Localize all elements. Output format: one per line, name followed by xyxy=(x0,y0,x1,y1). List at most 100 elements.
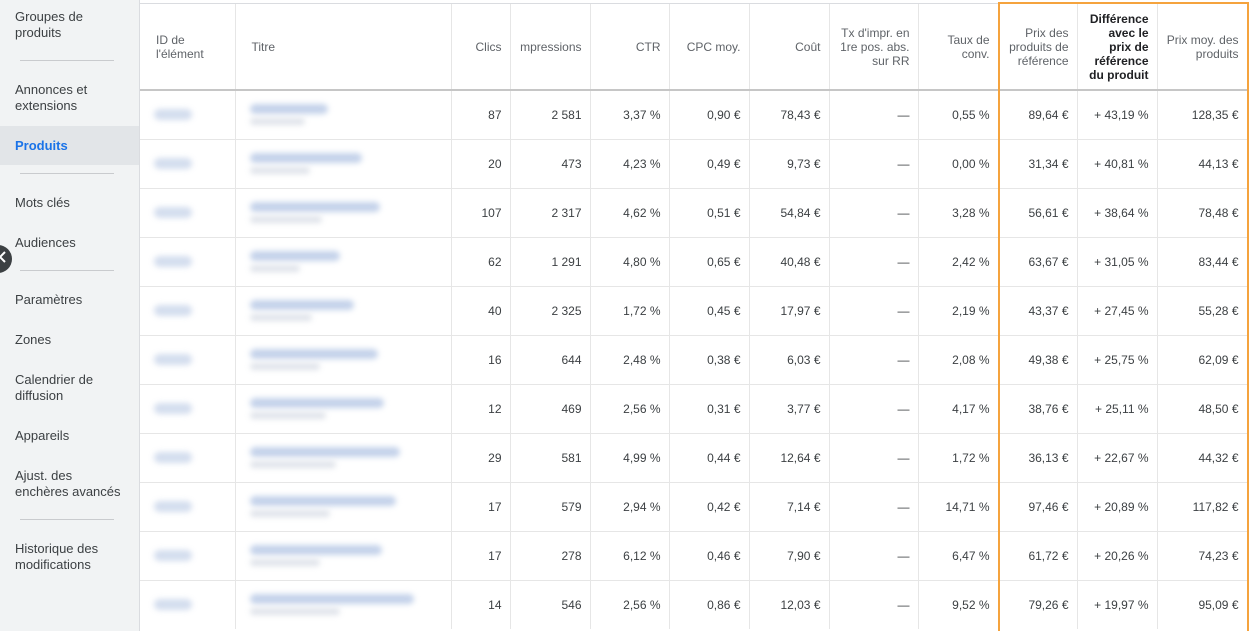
table-row[interactable]: 17 579 2,94 % 0,42 €7,14 € —14,71 % 97,46 € + … xyxy=(140,482,1248,532)
col-header-cost[interactable]: Coût xyxy=(749,4,830,91)
redacted-subtitle xyxy=(249,559,320,566)
sidebar-item-devices[interactable]: Appareils xyxy=(0,428,139,444)
col-header-clicks[interactable]: Clics xyxy=(451,4,511,91)
sidebar-item-advanced-bid-adj[interactable]: Ajust. des enchères avancés xyxy=(0,468,139,500)
col-header-avg-price[interactable]: Prix moy. des produits xyxy=(1157,4,1248,91)
table-row[interactable]: 107 2 317 4,62 % 0,51 €54,84 € —3,28 % 56,61 … xyxy=(140,188,1248,238)
cell-cost: 6,03 € xyxy=(749,335,830,385)
col-header-title[interactable]: Titre xyxy=(235,4,452,91)
cell-cost: 3,77 € xyxy=(749,384,830,434)
cell-impressions: 469 xyxy=(510,384,591,434)
sidebar-item-product-groups[interactable]: Groupes de produits xyxy=(0,9,139,41)
cell-avg-price: 83,44 € xyxy=(1157,237,1248,287)
cell-impressions: 2 581 xyxy=(510,90,591,140)
redacted-subtitle xyxy=(249,363,320,370)
redacted-subtitle xyxy=(249,461,336,468)
sidebar-item-ads-extensions[interactable]: Annonces et extensions xyxy=(0,82,139,114)
cell-ctr: 4,99 % xyxy=(590,433,670,483)
cell-item-id xyxy=(140,433,236,483)
cell-avg-price: 117,82 € xyxy=(1157,482,1248,532)
cell-item-id xyxy=(140,90,236,140)
cell-benchmark-price: 97,46 € xyxy=(998,482,1078,532)
cell-top-impr: — xyxy=(829,139,919,189)
cell-title xyxy=(235,286,452,336)
cell-cpc: 0,49 € xyxy=(669,139,750,189)
sidebar-item-keywords[interactable]: Mots clés xyxy=(0,195,139,211)
cell-cpc: 0,51 € xyxy=(669,188,750,238)
cell-ctr: 4,80 % xyxy=(590,237,670,287)
cell-avg-price: 74,23 € xyxy=(1157,531,1248,581)
sidebar-item-change-history[interactable]: Historique des modifications xyxy=(0,541,139,573)
cell-benchmark-diff: + 31,05 % xyxy=(1077,237,1158,287)
redacted-subtitle xyxy=(249,412,326,419)
cell-conv-rate: 0,00 % xyxy=(918,139,999,189)
col-header-impressions[interactable]: mpressions xyxy=(510,4,591,91)
cell-conv-rate: 2,42 % xyxy=(918,237,999,287)
cell-title xyxy=(235,531,452,581)
table-row[interactable]: 29 581 4,99 % 0,44 €12,64 € —1,72 % 36,13 € + … xyxy=(140,433,1248,483)
redacted-subtitle xyxy=(249,265,300,272)
sidebar-item-ad-schedule[interactable]: Calendrier de diffusion xyxy=(0,372,139,404)
cell-impressions: 644 xyxy=(510,335,591,385)
redacted-subtitle xyxy=(249,510,330,517)
cell-top-impr: — xyxy=(829,580,919,629)
cell-conv-rate: 14,71 % xyxy=(918,482,999,532)
redacted-title xyxy=(249,594,414,605)
sidebar-item-audiences[interactable]: Audiences xyxy=(0,235,139,251)
sidebar-item-products[interactable]: Produits xyxy=(0,126,139,165)
table-row[interactable]: 62 1 291 4,80 % 0,65 €40,48 € —2,42 % 63,67 €… xyxy=(140,237,1248,287)
cell-ctr: 3,37 % xyxy=(590,90,670,140)
cell-cost: 12,64 € xyxy=(749,433,830,483)
col-header-id[interactable]: ID de l'élément xyxy=(140,4,236,91)
cell-ctr: 2,56 % xyxy=(590,580,670,629)
cell-ctr: 4,23 % xyxy=(590,139,670,189)
redacted-item-id xyxy=(154,158,192,169)
cell-impressions: 2 325 xyxy=(510,286,591,336)
col-header-ctr[interactable]: CTR xyxy=(590,4,670,91)
sidebar-item-locations[interactable]: Zones xyxy=(0,332,139,348)
cell-item-id xyxy=(140,335,236,385)
sidebar-item-settings[interactable]: Paramètres xyxy=(0,292,139,308)
cell-benchmark-diff: + 20,89 % xyxy=(1077,482,1158,532)
col-header-top-impr[interactable]: Tx d'impr. en 1re pos. abs. sur RR xyxy=(829,4,919,91)
redacted-title xyxy=(249,104,328,115)
cell-item-id xyxy=(140,384,236,434)
cell-top-impr: — xyxy=(829,286,919,336)
cell-ctr: 2,94 % xyxy=(590,482,670,532)
table-row[interactable]: 20 473 4,23 % 0,49 €9,73 € —0,00 % 31,34 € + 4… xyxy=(140,139,1248,189)
redacted-title xyxy=(249,349,378,359)
table-row[interactable]: 17 278 6,12 % 0,46 €7,90 € —6,47 % 61,72 € + 2… xyxy=(140,531,1248,581)
cell-cost: 9,73 € xyxy=(749,139,830,189)
col-header-benchmark-price[interactable]: Prix des produits de référence xyxy=(998,4,1078,91)
cell-cpc: 0,65 € xyxy=(669,237,750,287)
table-row[interactable]: 40 2 325 1,72 % 0,45 €17,97 € —2,19 % 43,37 €… xyxy=(140,286,1248,336)
cell-cpc: 0,45 € xyxy=(669,286,750,336)
col-header-conv-rate[interactable]: Taux de conv. xyxy=(918,4,999,91)
cell-top-impr: — xyxy=(829,531,919,581)
cell-benchmark-price: 56,61 € xyxy=(998,188,1078,238)
table-row[interactable]: 87 2 581 3,37 % 0,90 €78,43 € —0,55 % 89,64 €… xyxy=(140,90,1248,140)
cell-clicks: 17 xyxy=(451,482,511,532)
redacted-title xyxy=(249,251,340,261)
cell-benchmark-price: 49,38 € xyxy=(998,335,1078,385)
sidebar-divider xyxy=(20,173,114,174)
chevron-left-icon xyxy=(0,250,8,268)
cell-clicks: 17 xyxy=(451,531,511,581)
col-header-cpc[interactable]: CPC moy. xyxy=(669,4,750,91)
cell-benchmark-diff: + 22,67 % xyxy=(1077,433,1158,483)
table-row[interactable]: 14 546 2,56 % 0,86 €12,03 € —9,52 % 79,26 € + … xyxy=(140,580,1248,629)
cell-top-impr: — xyxy=(829,237,919,287)
cell-conv-rate: 0,55 % xyxy=(918,90,999,140)
cell-benchmark-diff: + 25,11 % xyxy=(1077,384,1158,434)
cell-clicks: 62 xyxy=(451,237,511,287)
cell-conv-rate: 6,47 % xyxy=(918,531,999,581)
table-row[interactable]: 12 469 2,56 % 0,31 €3,77 € —4,17 % 38,76 € + 2… xyxy=(140,384,1248,434)
table-row[interactable]: 16 644 2,48 % 0,38 €6,03 € —2,08 % 49,38 € + 2… xyxy=(140,335,1248,385)
redacted-title xyxy=(249,300,354,310)
cell-benchmark-diff: + 27,45 % xyxy=(1077,286,1158,336)
cell-ctr: 2,56 % xyxy=(590,384,670,434)
col-header-benchmark-diff[interactable]: Différence avec le prix de référence du … xyxy=(1077,4,1158,91)
redacted-item-id xyxy=(154,207,192,218)
cell-benchmark-price: 38,76 € xyxy=(998,384,1078,434)
cell-cpc: 0,44 € xyxy=(669,433,750,483)
